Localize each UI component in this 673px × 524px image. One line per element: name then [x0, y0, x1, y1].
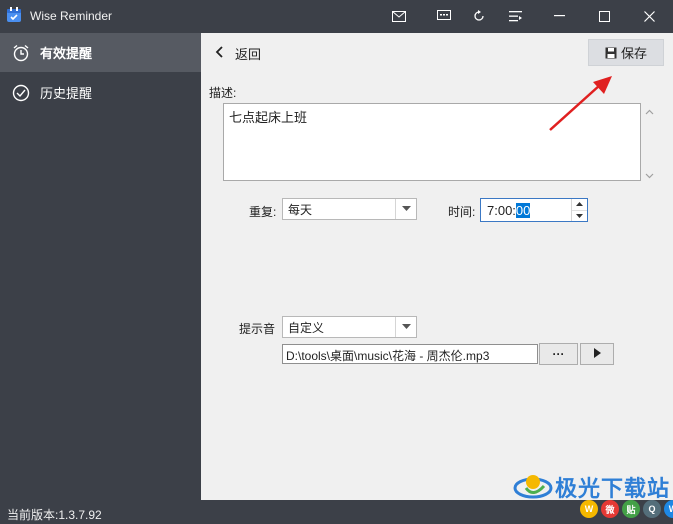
- scroll-down-icon[interactable]: [645, 169, 654, 179]
- version-text: 当前版本:1.3.7.92: [7, 508, 102, 522]
- scroll-up-icon[interactable]: [645, 106, 654, 115]
- spin-down-icon[interactable]: [572, 211, 587, 222]
- sidebar: 有效提醒 历史提醒: [0, 33, 201, 500]
- browse-button[interactable]: ···: [539, 343, 578, 365]
- save-label: 保存: [620, 46, 647, 61]
- alarm-clock-icon: [11, 43, 31, 63]
- window-title: Wise Reminder: [30, 9, 113, 23]
- check-circle-icon: [11, 83, 31, 103]
- chat-icon[interactable]: [431, 4, 457, 28]
- repeat-value: 每天: [288, 202, 313, 217]
- time-input[interactable]: 7:00: 00: [480, 198, 588, 222]
- calendar-app-icon: [6, 7, 22, 23]
- watermark-text: 极光下载站: [555, 477, 671, 502]
- save-button[interactable]: 保存: [588, 39, 664, 66]
- sound-path-input[interactable]: D:\tools\桌面\music\花海 - 周杰伦.mp3: [282, 344, 538, 364]
- chevron-down-icon: [395, 199, 416, 219]
- time-selected-segment: 00: [515, 202, 531, 218]
- time-spinner[interactable]: [571, 199, 587, 221]
- floppy-disk-icon: [605, 47, 617, 59]
- watermark-social-icons: W 微 贴 Q W: [580, 500, 673, 518]
- time-label: 时间:: [448, 205, 476, 219]
- maximize-icon[interactable]: [591, 4, 617, 28]
- sound-label: 提示音: [239, 322, 276, 336]
- sidebar-item-history-reminders[interactable]: 历史提醒: [0, 73, 201, 112]
- play-button[interactable]: [580, 343, 614, 365]
- spin-up-icon[interactable]: [572, 199, 587, 211]
- repeat-label: 重复:: [249, 205, 277, 219]
- annotation-arrow: [549, 76, 612, 131]
- chevron-down-icon: [395, 317, 416, 337]
- refresh-icon[interactable]: [466, 4, 492, 28]
- repeat-select[interactable]: 每天: [282, 198, 417, 220]
- back-label: 返回: [235, 46, 262, 62]
- weibo-icon: 微: [601, 500, 619, 518]
- mail-icon[interactable]: [386, 4, 412, 28]
- minimize-icon[interactable]: [546, 4, 572, 28]
- word-icon: W: [664, 500, 673, 518]
- sidebar-item-active-reminders[interactable]: 有效提醒: [0, 33, 201, 72]
- qq-icon: Q: [643, 500, 661, 518]
- back-button[interactable]: 返回: [215, 43, 261, 63]
- description-scrollbar[interactable]: [641, 103, 658, 181]
- yellow-badge-icon: W: [580, 500, 598, 518]
- sidebar-item-label: 历史提醒: [40, 86, 93, 101]
- menu-icon[interactable]: [502, 4, 528, 28]
- title-bar: Wise Reminder: [0, 0, 673, 33]
- tieba-icon: 贴: [622, 500, 640, 518]
- sound-value: 自定义: [288, 320, 325, 335]
- status-bar: 当前版本:1.3.7.92: [0, 500, 673, 524]
- time-value: 7:00:: [487, 202, 516, 218]
- description-label: 描述:: [209, 86, 237, 100]
- watermark-logo: [512, 468, 554, 505]
- sidebar-item-label: 有效提醒: [40, 46, 93, 61]
- sound-select[interactable]: 自定义: [282, 316, 417, 338]
- chevron-left-icon: [215, 45, 223, 61]
- close-icon[interactable]: [636, 4, 662, 28]
- play-icon: [593, 347, 601, 361]
